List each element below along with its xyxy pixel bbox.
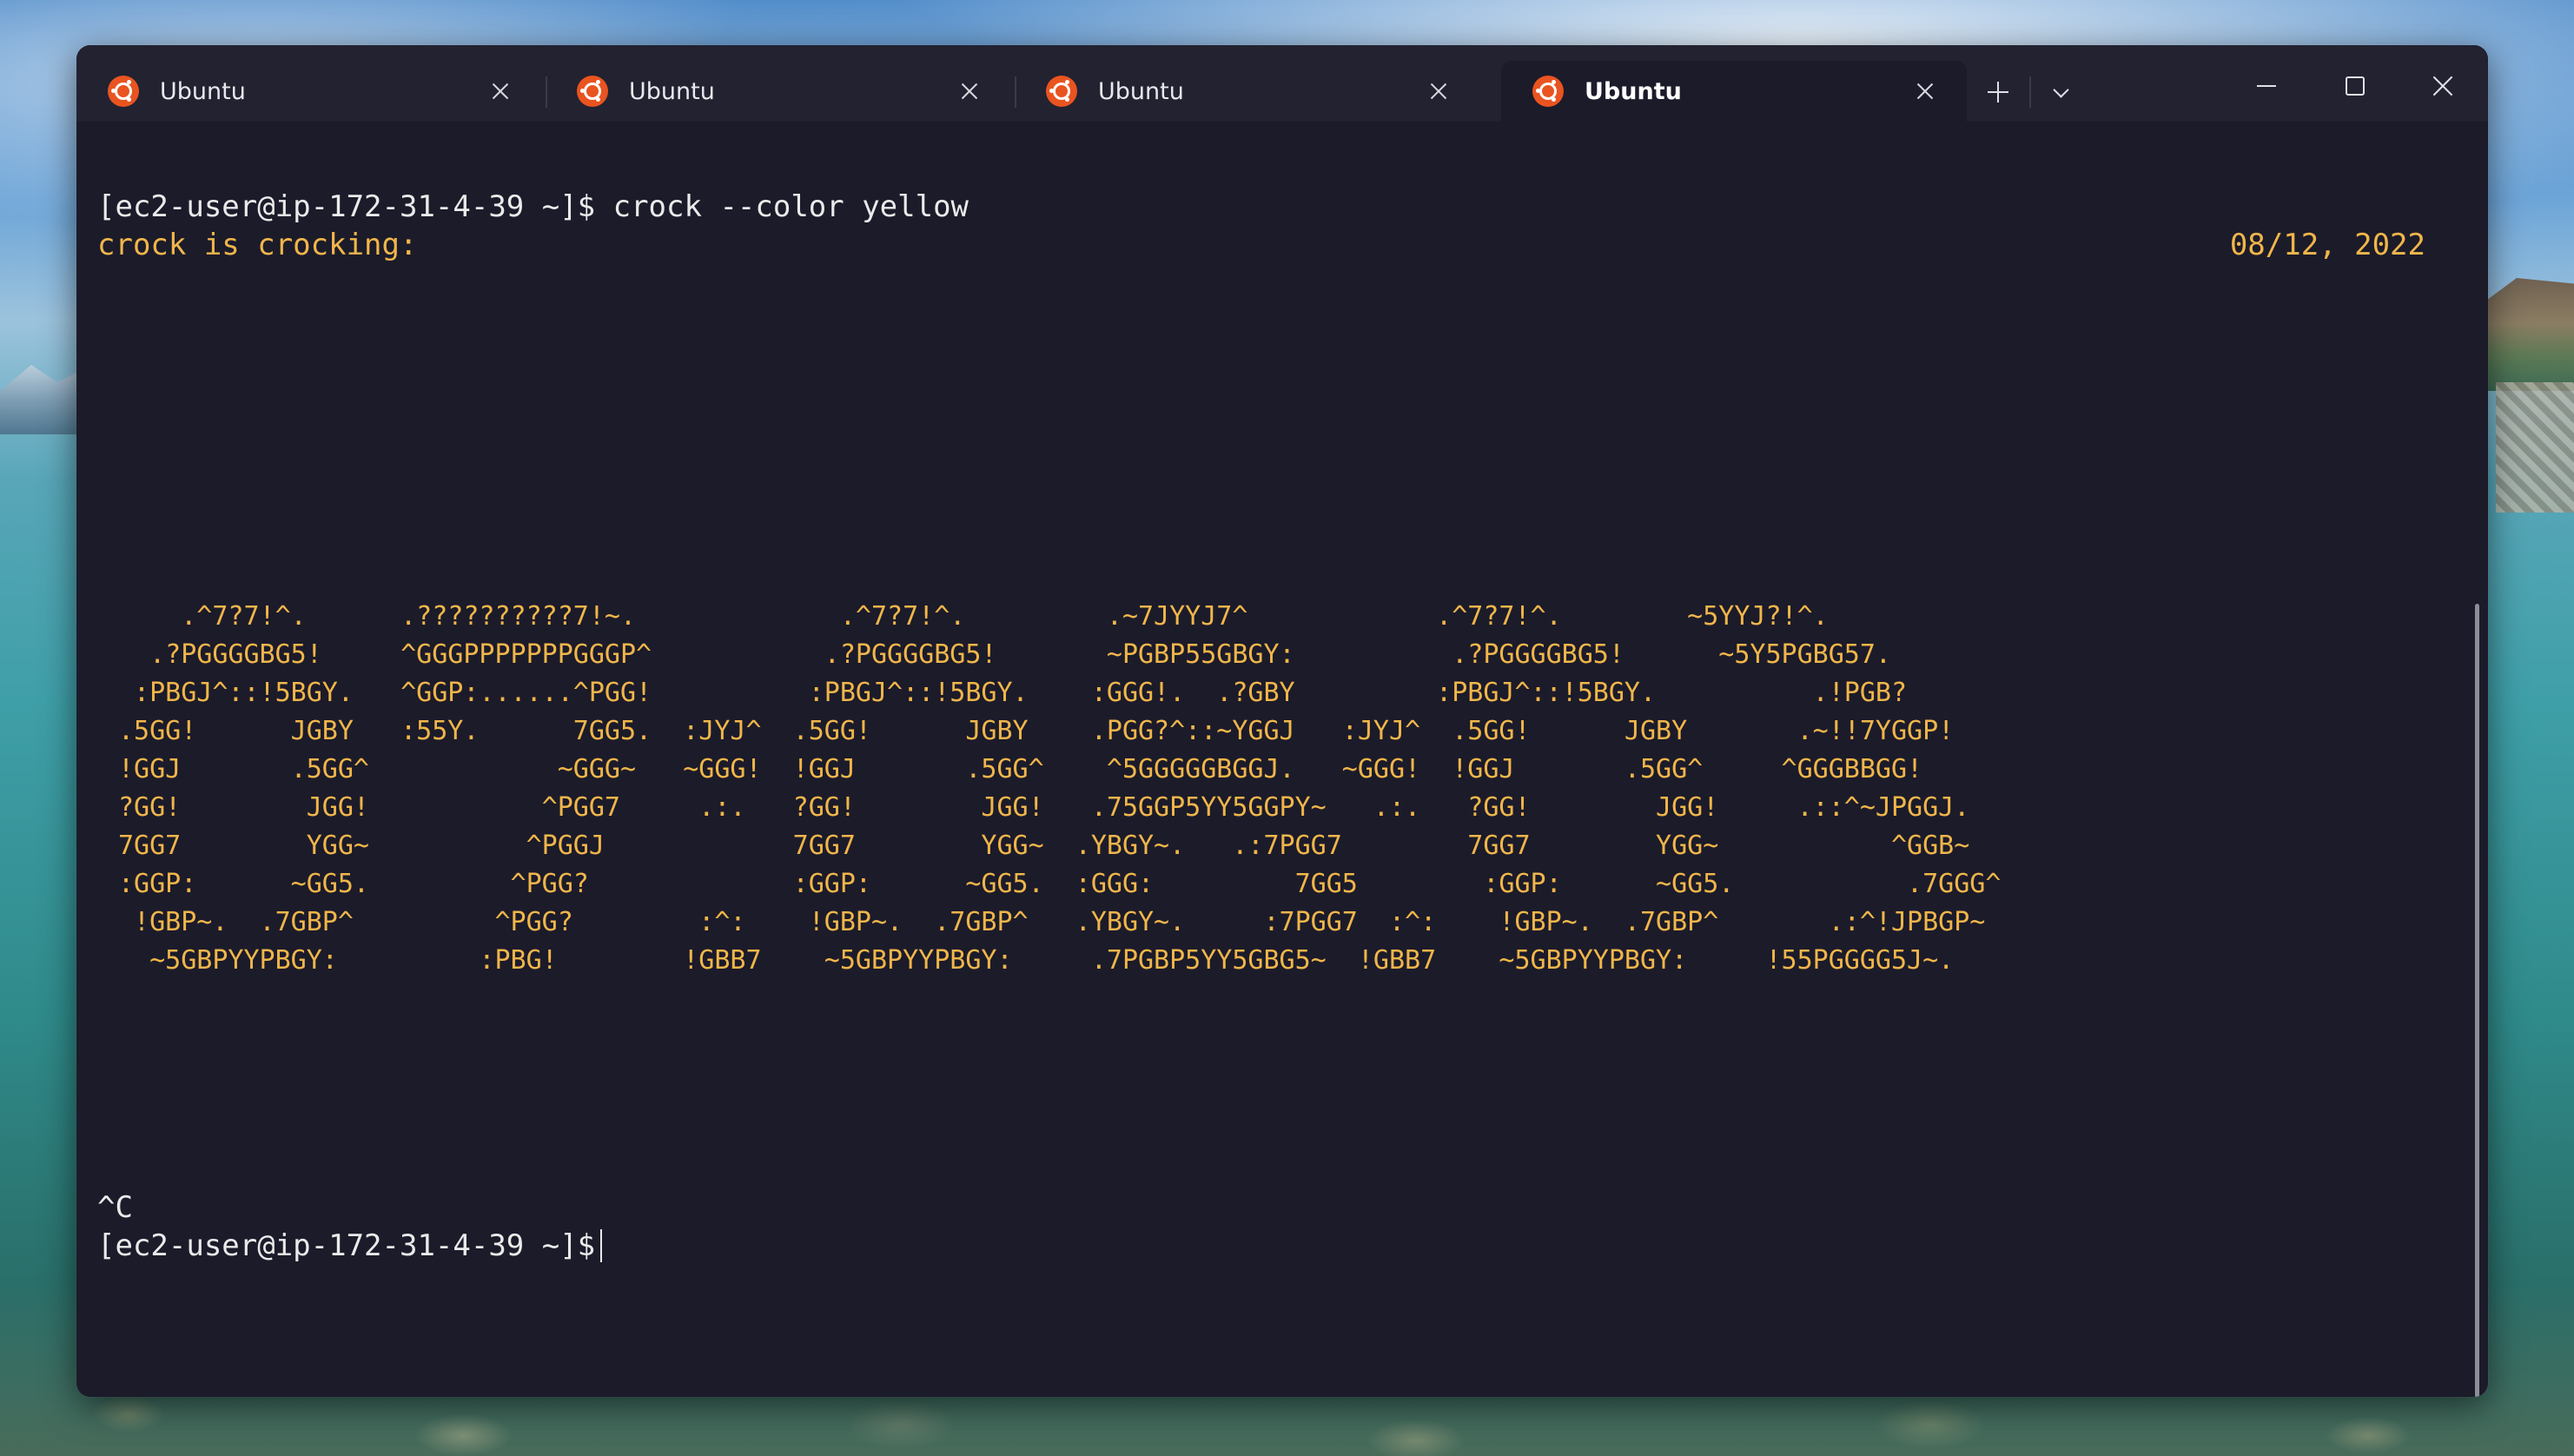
tab-ubuntu-2[interactable]: Ubuntu	[546, 61, 1011, 122]
divider	[2029, 76, 2031, 108]
maximize-button[interactable]	[2311, 56, 2398, 116]
ubuntu-logo-icon	[1046, 76, 1077, 107]
ascii-row: !GBP~. .7GBP^ ^PGG? :^: !GBP~. .7GBP^ .Y…	[118, 907, 1986, 937]
ascii-row: .5GG! JGBY :55Y. 7GG5. :JYJ^ .5GG! JGBY …	[118, 716, 1955, 746]
date-display: 08/12, 2022	[2229, 228, 2425, 262]
interrupt-line: ^C	[97, 1190, 133, 1225]
background-shore	[2496, 382, 2574, 513]
ubuntu-logo-icon	[108, 76, 139, 107]
tab-label: Ubuntu	[1585, 77, 1682, 105]
tab-ubuntu-1[interactable]: Ubuntu	[76, 61, 542, 122]
tab-ubuntu-4-active[interactable]: Ubuntu	[1501, 61, 1967, 122]
ascii-row: ~5GBPYYPBGY: :PBG! !GBB7 ~5GBPYYPBGY: .7…	[118, 945, 1955, 976]
tab-ubuntu-3[interactable]: Ubuntu	[1015, 61, 1480, 122]
ascii-row: :GGP: ~GG5. ^PGG? :GGP: ~GG5. :GGG: 7GG5…	[118, 869, 2002, 899]
ascii-row: !GGJ .5GG^ ~GGG~ ~GGG! !GGJ .5GG^ ^5GGGG…	[118, 754, 1923, 784]
ascii-row: .?PGGGGBG5! ^GGGPPPPPPPGGGP^ .?PGGGGBG5!…	[118, 639, 1891, 670]
command-line: [ec2-user@ip-172-31-4-39 ~]$ crock --col…	[97, 189, 969, 224]
tab-label: Ubuntu	[629, 77, 715, 105]
background-hill	[2478, 278, 2574, 391]
prompt-line[interactable]: [ec2-user@ip-172-31-4-39 ~]$	[97, 1227, 603, 1265]
close-icon[interactable]	[952, 74, 987, 109]
close-icon[interactable]	[483, 74, 518, 109]
minimize-button[interactable]	[2222, 56, 2309, 116]
text-cursor	[600, 1229, 603, 1262]
ascii-row: ?GG! JGG! ^PGG7 .:. ?GG! JGG! .75GGP5YY5…	[118, 792, 1970, 823]
status-line: crock is crocking:	[97, 228, 418, 262]
title-bar[interactable]: Ubuntu Ubuntu Ubuntu Ubuntu	[76, 45, 2488, 122]
chevron-down-icon[interactable]	[2041, 73, 2080, 111]
close-icon[interactable]	[1908, 74, 1942, 109]
ascii-row: .^7?7!^. .??????????7!~. .^7?7!^. .~7JYY…	[118, 601, 1829, 632]
terminal-window: Ubuntu Ubuntu Ubuntu Ubuntu [ec2-user@ip…	[76, 45, 2488, 1397]
ascii-row: :PBGJ^::!5BGY. ^GGP:......^PGG! :PBGJ^::…	[118, 678, 1908, 708]
close-window-button[interactable]	[2399, 56, 2486, 116]
ascii-row: 7GG7 YGG~ ^PGGJ 7GG7 YGG~ .YBGY~. .:7PGG…	[118, 831, 1970, 861]
scrollbar[interactable]	[2475, 604, 2479, 1397]
prompt-text: [ec2-user@ip-172-31-4-39 ~]$	[97, 1228, 596, 1263]
new-tab-plus-icon[interactable]	[1979, 73, 2017, 111]
terminal-pane[interactable]: [ec2-user@ip-172-31-4-39 ~]$ crock --col…	[76, 122, 2488, 1397]
close-icon[interactable]	[1421, 74, 1456, 109]
tab-label: Ubuntu	[160, 77, 246, 105]
ubuntu-logo-icon	[1532, 76, 1564, 107]
ascii-clock: .^7?7!^. .??????????7!~. .^7?7!^. .~7JYY…	[118, 598, 2001, 980]
ubuntu-logo-icon	[577, 76, 608, 107]
tab-label: Ubuntu	[1098, 77, 1184, 105]
